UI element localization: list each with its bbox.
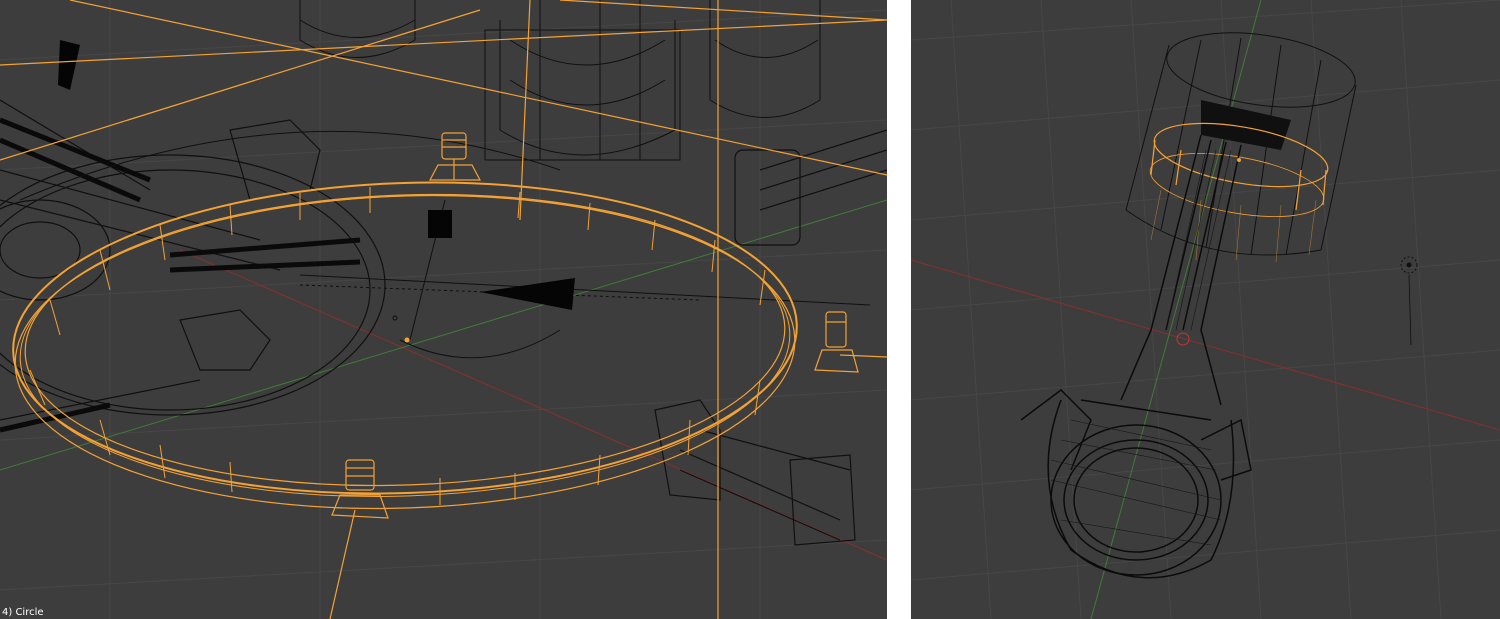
- pointer-marker: [58, 40, 80, 90]
- y-axis-line: [0, 199, 887, 471]
- y-axis-line-right: [1090, 0, 1262, 619]
- selected-piston-right[interactable]: [814, 311, 859, 373]
- active-object-label: 4) Circle: [2, 607, 44, 618]
- camera-block: [428, 210, 452, 238]
- wireframe-scene-left[interactable]: [0, 0, 887, 619]
- selected-piston-top[interactable]: [429, 132, 481, 181]
- lamp-icon: [1400, 256, 1418, 346]
- piston-origin-dot: [1237, 158, 1241, 162]
- small-origin-marker: [392, 315, 398, 321]
- floor-grid: [0, 0, 887, 619]
- flywheel-disc: [0, 99, 386, 421]
- viewport-right[interactable]: [911, 0, 1500, 619]
- empty-cone-marker: [480, 278, 575, 310]
- right-pistons: [654, 129, 887, 546]
- wireframe-scene-right[interactable]: [911, 0, 1500, 619]
- selected-piston-bottom[interactable]: [331, 459, 389, 519]
- connecting-rod: [1020, 134, 1252, 579]
- selection-lines: [0, 0, 887, 619]
- top-cylinders: [299, 0, 821, 161]
- piston-pin-block: [1201, 100, 1291, 150]
- selected-circle-ring[interactable]: [8, 169, 802, 521]
- object-origin-dot: [404, 337, 410, 343]
- viewport-left[interactable]: 4) Circle: [0, 0, 887, 619]
